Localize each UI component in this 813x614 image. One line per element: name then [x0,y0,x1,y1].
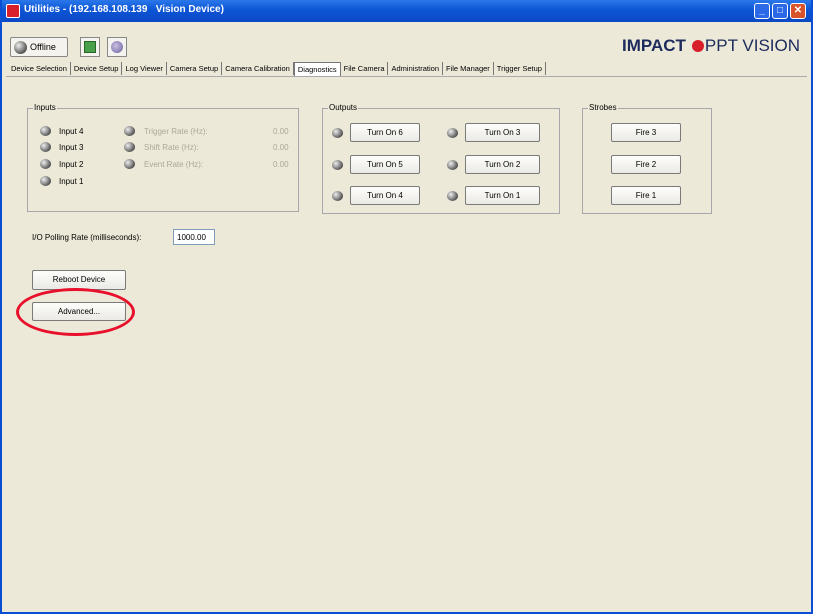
turn-on-1-button[interactable]: Turn On 1 [465,186,540,205]
fire-2-button[interactable]: Fire 2 [611,155,681,174]
tab-log-viewer[interactable]: Log Viewer [122,62,167,75]
output-5-led-icon [332,160,343,170]
turn-on-5-button[interactable]: Turn On 5 [350,155,420,174]
highlight-circle [16,288,135,336]
app-icon [6,4,20,18]
polling-rate-label: I/O Polling Rate (milliseconds): [32,233,142,242]
inputs-legend: Inputs [33,103,57,112]
tab-trigger-setup[interactable]: Trigger Setup [494,62,546,75]
toolbar: Offline IMPACT PPT VISION [2,24,811,60]
close-button[interactable]: ✕ [790,3,806,19]
tab-camera-calibration[interactable]: Camera Calibration [222,62,294,75]
input-3-led-icon [40,142,51,152]
grid-icon[interactable] [80,37,100,57]
shift-rate-value: 0.00 [273,143,289,152]
tab-file-manager[interactable]: File Manager [443,62,494,75]
tab-file-camera[interactable]: File Camera [341,62,389,75]
fire-3-button[interactable]: Fire 3 [611,123,681,142]
output-3-led-icon [447,128,458,138]
tab-device-selection[interactable]: Device Selection [8,62,71,75]
brand-logo: IMPACT PPT VISION [622,36,800,56]
tab-bar: Device Selection Device Setup Log Viewer… [8,62,546,77]
tab-camera-setup[interactable]: Camera Setup [167,62,223,75]
inputs-group: Inputs Input 4 Input 3 Input 2 Input 1 T… [27,103,299,212]
offline-button[interactable]: Offline [10,37,68,57]
maximize-button[interactable]: □ [772,3,788,19]
output-4-led-icon [332,191,343,201]
reboot-device-button[interactable]: Reboot Device [32,270,126,290]
turn-on-2-button[interactable]: Turn On 2 [465,155,540,174]
input-2-label: Input 2 [59,160,84,169]
input-1-led-icon [40,176,51,186]
output-1-led-icon [447,191,458,201]
outputs-group: Outputs Turn On 6 Turn On 3 Turn On 5 Tu… [322,103,560,214]
tab-diagnostics[interactable]: Diagnostics [293,62,341,77]
output-6-led-icon [332,128,343,138]
shift-rate-label: Shift Rate (Hz): [144,143,199,152]
tab-device-setup[interactable]: Device Setup [71,62,123,75]
shift-rate-led-icon [124,142,135,152]
input-4-led-icon [40,126,51,136]
fire-1-button[interactable]: Fire 1 [611,186,681,205]
trigger-rate-label: Trigger Rate (Hz): [144,127,208,136]
strobes-legend: Strobes [588,103,618,112]
trigger-rate-led-icon [124,126,135,136]
polling-rate-input[interactable] [173,229,215,245]
input-2-led-icon [40,159,51,169]
outputs-legend: Outputs [328,103,359,112]
turn-on-6-button[interactable]: Turn On 6 [350,123,420,142]
turn-on-4-button[interactable]: Turn On 4 [350,186,420,205]
trigger-rate-value: 0.00 [273,127,289,136]
brand-impact: IMPACT [622,36,686,55]
title-bar[interactable]: Utilities - (192.168.108.139 Vision Devi… [2,0,811,22]
event-rate-led-icon [124,159,135,169]
tab-divider [6,76,807,77]
minimize-button[interactable]: _ [754,3,770,19]
brand-ppt: PPT VISION [704,36,801,55]
input-4-label: Input 4 [59,127,84,136]
globe-icon[interactable] [107,37,127,57]
ppt-dot-icon [691,40,704,52]
status-led-icon [14,41,27,54]
event-rate-label: Event Rate (Hz): [144,160,204,169]
strobes-group: Strobes Fire 3 Fire 2 Fire 1 [582,103,712,214]
input-1-label: Input 1 [59,177,84,186]
window-title: Utilities - (192.168.108.139 Vision Devi… [24,4,224,15]
turn-on-3-button[interactable]: Turn On 3 [465,123,540,142]
utilities-window: Utilities - (192.168.108.139 Vision Devi… [0,0,813,614]
event-rate-value: 0.00 [273,160,289,169]
tab-administration[interactable]: Administration [388,62,444,75]
offline-label: Offline [30,42,56,52]
input-3-label: Input 3 [59,143,84,152]
output-2-led-icon [447,160,458,170]
